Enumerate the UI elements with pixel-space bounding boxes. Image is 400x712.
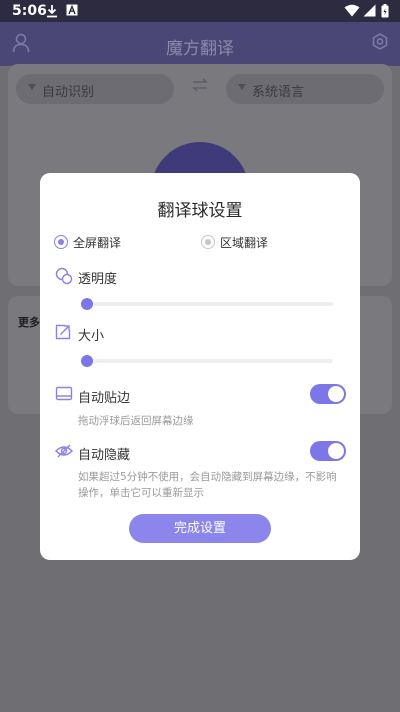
wifi-icon xyxy=(344,4,360,17)
app-header: 魔方翻译 xyxy=(0,22,400,66)
size-slider[interactable] xyxy=(85,359,333,363)
status-bar: 5:06 xyxy=(0,0,400,22)
screen-edge-icon xyxy=(55,386,73,401)
opacity-label: 透明度 xyxy=(78,272,118,287)
app-title: 魔方翻译 xyxy=(166,39,234,59)
app-a-icon xyxy=(66,4,78,16)
radio-unselected-icon xyxy=(201,235,215,249)
radio-label: 区域翻译 xyxy=(220,236,269,250)
target-language-label: 系统语言 xyxy=(252,85,305,100)
auto-snap-toggle[interactable] xyxy=(310,384,346,404)
settings-icon[interactable] xyxy=(371,33,389,51)
opacity-slider-thumb[interactable] xyxy=(81,298,93,310)
hide-eye-icon xyxy=(55,444,73,458)
signal-icon xyxy=(363,4,376,17)
opacity-slider[interactable] xyxy=(85,302,333,306)
done-settings-button[interactable]: 完成设置 xyxy=(129,514,271,543)
swap-icon[interactable] xyxy=(192,78,208,92)
status-time: 5:06 xyxy=(12,3,47,19)
auto-hide-label: 自动隐藏 xyxy=(78,448,131,463)
battery-icon xyxy=(381,4,389,18)
download-icon xyxy=(47,5,57,18)
opacity-icon xyxy=(55,267,73,285)
translate-ball-settings-dialog: 翻译球设置 全屏翻译 区域翻译 透明度 大小 自动贴边 拖动浮球后返回屏幕边缘 … xyxy=(40,173,360,560)
auto-hide-toggle[interactable] xyxy=(310,441,346,461)
more-section-label: 更多 xyxy=(18,316,40,329)
auto-snap-label: 自动贴边 xyxy=(78,391,131,406)
size-label: 大小 xyxy=(78,329,105,344)
radio-selected-icon xyxy=(54,235,68,249)
source-language-label: 自动识别 xyxy=(42,85,95,100)
auto-hide-description-line1: 如果超过5分钟不使用，会自动隐藏到屏幕边缘，不影响 xyxy=(78,471,337,483)
radio-label: 全屏翻译 xyxy=(73,236,122,250)
size-slider-thumb[interactable] xyxy=(81,355,93,367)
resize-icon xyxy=(55,324,71,340)
auto-hide-description-line2: 操作，单击它可以重新显示 xyxy=(78,487,204,499)
chevron-down-icon xyxy=(238,84,246,90)
target-language-select[interactable]: 系统语言 xyxy=(226,74,384,104)
chevron-down-icon xyxy=(28,84,36,90)
auto-snap-description: 拖动浮球后返回屏幕边缘 xyxy=(78,415,194,427)
source-language-select[interactable]: 自动识别 xyxy=(16,74,174,104)
dialog-title: 翻译球设置 xyxy=(157,201,243,221)
